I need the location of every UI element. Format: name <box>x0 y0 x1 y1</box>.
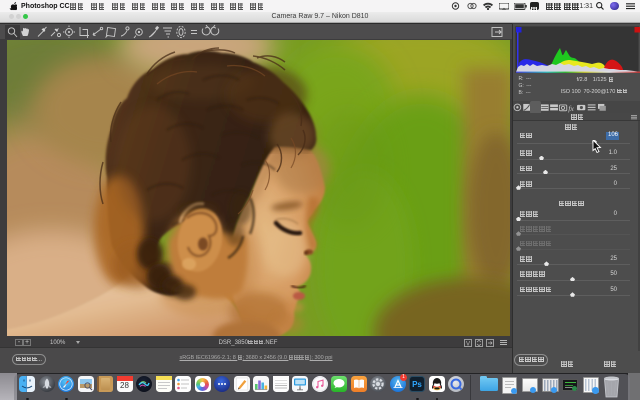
svg-text:V: V <box>466 341 470 347</box>
svg-text:fx: fx <box>568 104 574 113</box>
